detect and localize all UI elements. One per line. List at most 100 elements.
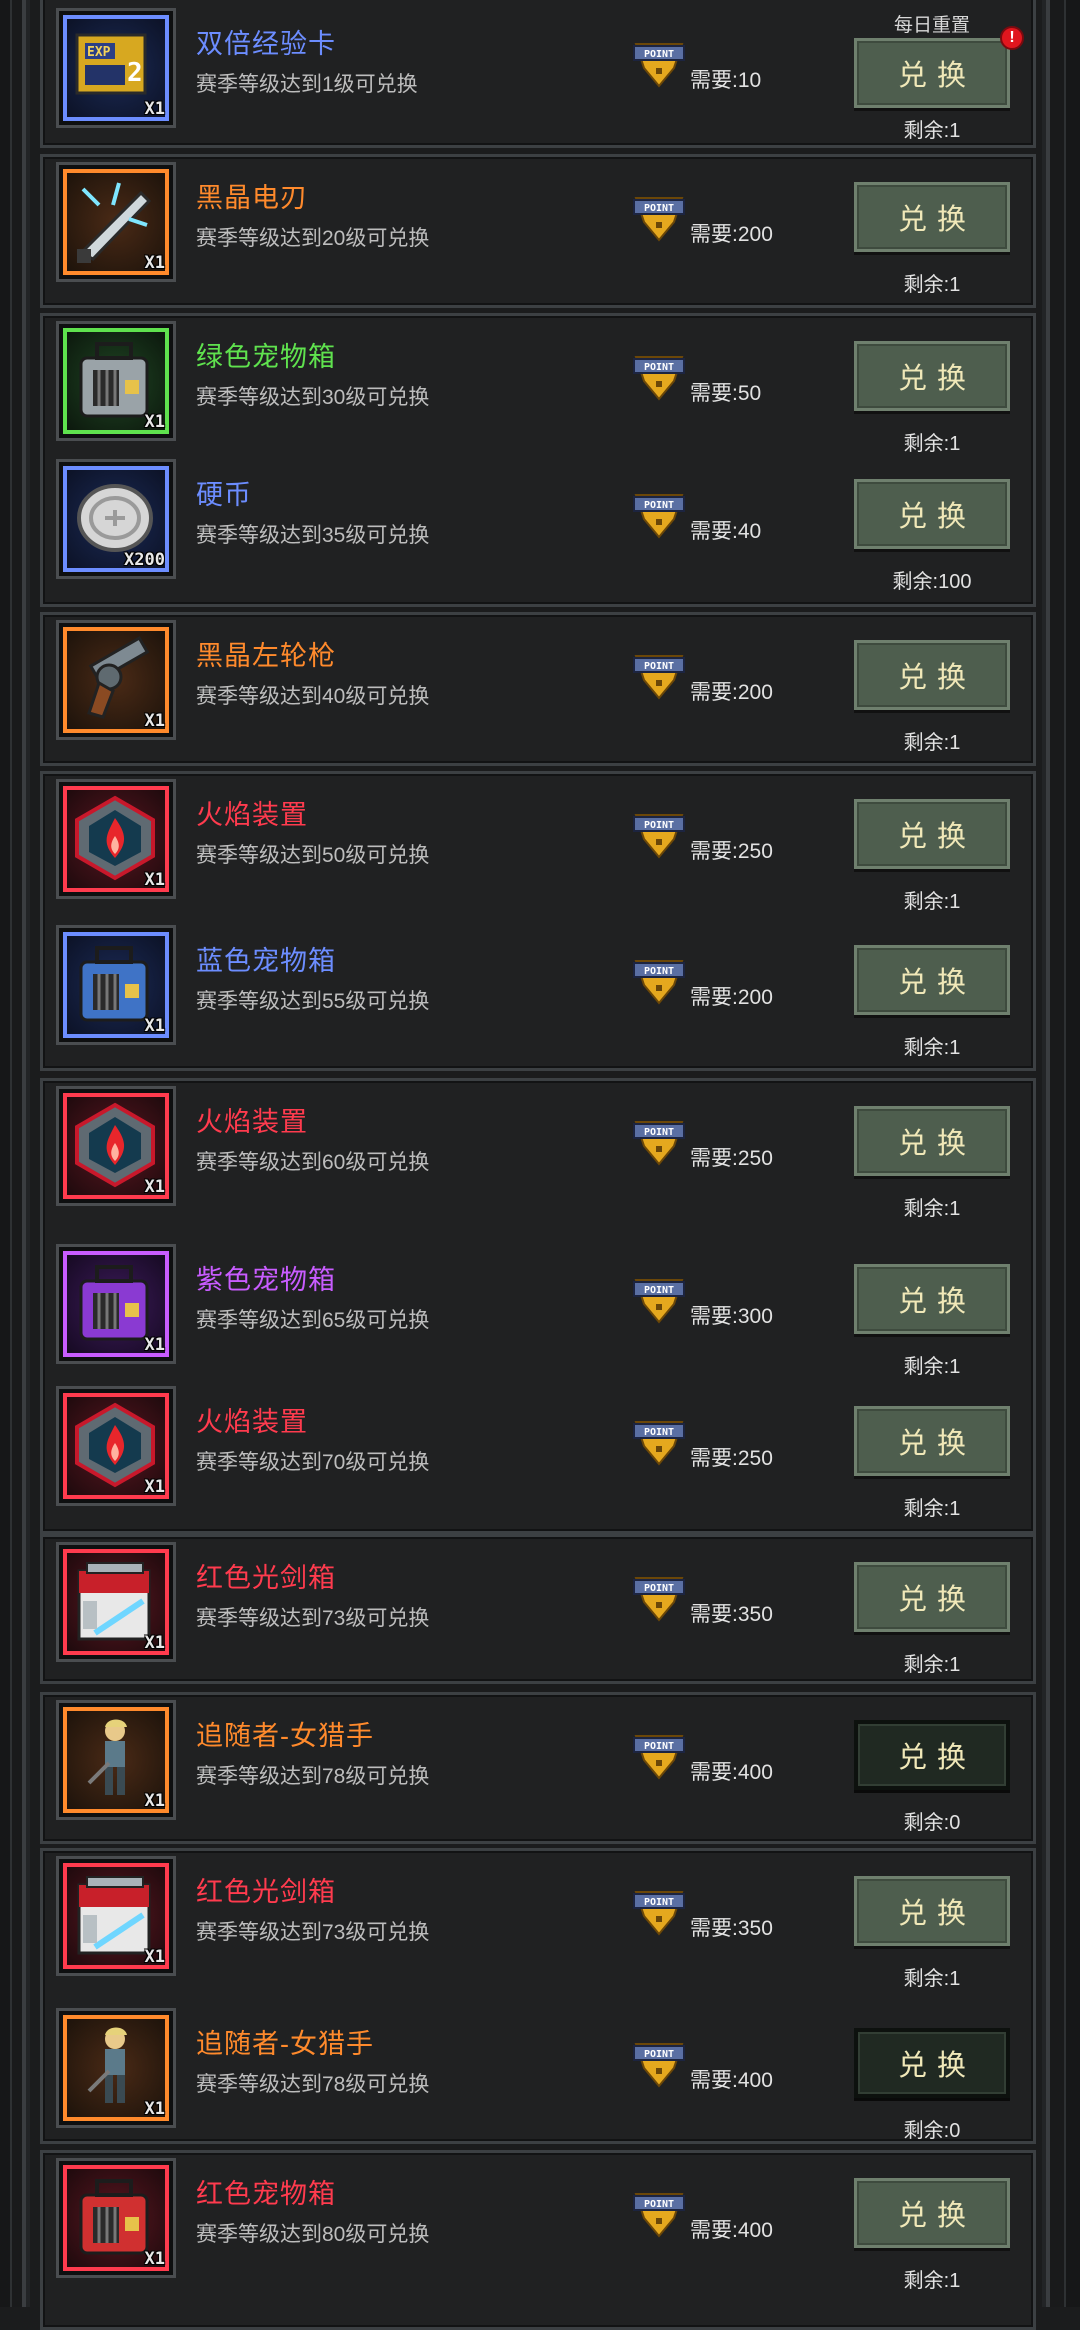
exchange-button[interactable]: 兑换 bbox=[854, 479, 1010, 549]
notification-badge: ! bbox=[1000, 26, 1024, 50]
exchange-item-row: X1 红色光剑箱 赛季等级达到73级可兑换 POINT 需要:350 兑换 剩余… bbox=[40, 1534, 1036, 1676]
item-icon-frame: X1 bbox=[56, 925, 176, 1045]
item-icon-frame: X1 bbox=[56, 1386, 176, 1506]
item-requirement: 赛季等级达到78级可兑换 bbox=[196, 1765, 430, 1788]
point-icon: POINT bbox=[633, 494, 685, 539]
item-cost: 需要:250 bbox=[690, 1147, 773, 1170]
exchange-item-row: X1 蓝色宠物箱 赛季等级达到55级可兑换 POINT 需要:200 兑换 剩余… bbox=[40, 917, 1036, 1059]
item-cost: 需要:300 bbox=[690, 1305, 773, 1328]
exchange-button[interactable]: 兑换 bbox=[854, 341, 1010, 411]
item-cost: 需要:200 bbox=[690, 681, 773, 704]
exchange-item-row: EXP 2 X1 双倍经验卡 赛季等级达到1级可兑换 POINT 需要:10 兑换… bbox=[40, 0, 1036, 142]
item-remaining: 剩余:1 bbox=[903, 1498, 961, 1520]
exchange-button[interactable]: 兑换 bbox=[854, 1264, 1010, 1334]
item-remaining: 剩余:0 bbox=[903, 2120, 961, 2142]
item-icon-frame: X1 bbox=[56, 162, 176, 282]
exchange-button[interactable]: 兑换 bbox=[854, 799, 1010, 869]
item-quantity: X1 bbox=[144, 1016, 165, 1036]
item-remaining: 剩余:1 bbox=[903, 1968, 961, 1990]
item-quantity: X1 bbox=[144, 1947, 165, 1967]
item-cost: 需要:200 bbox=[690, 223, 773, 246]
item-name: 蓝色宠物箱 bbox=[196, 946, 336, 976]
item-requirement: 赛季等级达到30级可兑换 bbox=[196, 386, 430, 409]
item-cost: 需要:200 bbox=[690, 986, 773, 1009]
item-quantity: X1 bbox=[144, 870, 165, 890]
item-cost: 需要:400 bbox=[690, 2219, 773, 2242]
svg-text:POINT: POINT bbox=[644, 1897, 674, 1908]
item-requirement: 赛季等级达到1级可兑换 bbox=[196, 73, 418, 96]
item-icon-frame: X1 bbox=[56, 321, 176, 441]
exchange-button[interactable]: 兑换 bbox=[854, 1562, 1010, 1632]
point-icon: POINT bbox=[633, 2043, 685, 2088]
item-remaining: 剩余:100 bbox=[892, 571, 972, 593]
svg-text:POINT: POINT bbox=[644, 661, 674, 672]
item-remaining: 剩余:1 bbox=[903, 274, 961, 296]
item-name: 火焰装置 bbox=[196, 1107, 308, 1137]
exchange-button[interactable]: 兑换 bbox=[854, 2028, 1010, 2098]
exchange-button[interactable]: 兑换 bbox=[854, 2178, 1010, 2248]
exchange-item-row: X1 火焰装置 赛季等级达到50级可兑换 POINT 需要:250 兑换 剩余:… bbox=[40, 771, 1036, 913]
item-cost: 需要:50 bbox=[690, 382, 762, 405]
item-quantity: X1 bbox=[144, 253, 165, 273]
item-icon-frame: X200 bbox=[56, 459, 176, 579]
item-name: 红色光剑箱 bbox=[196, 1563, 336, 1593]
item-name: 红色宠物箱 bbox=[196, 2179, 336, 2209]
left-frame-rail bbox=[0, 0, 30, 2307]
exchange-button[interactable]: 兑换 bbox=[854, 1876, 1010, 1946]
point-icon: POINT bbox=[633, 1891, 685, 1936]
item-remaining: 剩余:1 bbox=[903, 1198, 961, 1220]
item-icon-frame: X1 bbox=[56, 2158, 176, 2278]
right-frame-rail bbox=[1042, 0, 1080, 2307]
item-name: 追随者-女猎手 bbox=[196, 1721, 374, 1751]
svg-text:POINT: POINT bbox=[644, 362, 674, 373]
exchange-button[interactable]: 兑换 bbox=[854, 38, 1010, 108]
point-icon: POINT bbox=[633, 1279, 685, 1324]
item-icon-frame: X1 bbox=[56, 2008, 176, 2128]
item-requirement: 赛季等级达到55级可兑换 bbox=[196, 990, 430, 1013]
exchange-button[interactable]: 兑换 bbox=[854, 1406, 1010, 1476]
item-icon-frame: X1 bbox=[56, 779, 176, 899]
item-cost: 需要:350 bbox=[690, 1603, 773, 1626]
item-requirement: 赛季等级达到65级可兑换 bbox=[196, 1309, 430, 1332]
exchange-button[interactable]: 兑换 bbox=[854, 945, 1010, 1015]
item-cost: 需要:10 bbox=[690, 69, 762, 92]
item-name: 黑晶电刃 bbox=[196, 183, 308, 213]
exchange-item-row: X1 追随者-女猎手 赛季等级达到78级可兑换 POINT 需要:400 兑换 … bbox=[40, 2000, 1036, 2142]
item-remaining: 剩余:0 bbox=[903, 1812, 961, 1834]
item-quantity: X1 bbox=[144, 99, 165, 119]
svg-text:POINT: POINT bbox=[644, 2199, 674, 2210]
point-icon: POINT bbox=[633, 2193, 685, 2238]
item-requirement: 赛季等级达到73级可兑换 bbox=[196, 1607, 430, 1630]
item-name: 绿色宠物箱 bbox=[196, 342, 336, 372]
point-icon: POINT bbox=[633, 356, 685, 401]
svg-text:POINT: POINT bbox=[644, 1285, 674, 1296]
exchange-item-row: X1 绿色宠物箱 赛季等级达到30级可兑换 POINT 需要:50 兑换 剩余:… bbox=[40, 313, 1036, 455]
svg-text:POINT: POINT bbox=[644, 966, 674, 977]
exchange-button[interactable]: 兑换 bbox=[854, 1720, 1010, 1790]
item-name: 硬币 bbox=[196, 480, 252, 510]
item-remaining: 剩余:1 bbox=[903, 891, 961, 913]
item-requirement: 赛季等级达到50级可兑换 bbox=[196, 844, 430, 867]
item-remaining: 剩余:1 bbox=[903, 1037, 961, 1059]
point-icon: POINT bbox=[633, 960, 685, 1005]
item-name: 紫色宠物箱 bbox=[196, 1265, 336, 1295]
exchange-item-row: X1 红色光剑箱 赛季等级达到73级可兑换 POINT 需要:350 兑换 剩余… bbox=[40, 1848, 1036, 1990]
item-cost: 需要:400 bbox=[690, 2069, 773, 2092]
svg-text:POINT: POINT bbox=[644, 2049, 674, 2060]
exchange-button[interactable]: 兑换 bbox=[854, 640, 1010, 710]
svg-text:POINT: POINT bbox=[644, 203, 674, 214]
svg-text:POINT: POINT bbox=[644, 1427, 674, 1438]
item-quantity: X1 bbox=[144, 1335, 165, 1355]
exchange-button[interactable]: 兑换 bbox=[854, 1106, 1010, 1176]
point-icon: POINT bbox=[633, 1121, 685, 1166]
exchange-item-row: X1 黑晶左轮枪 赛季等级达到40级可兑换 POINT 需要:200 兑换 剩余… bbox=[40, 612, 1036, 754]
exchange-item-row: X1 黑晶电刃 赛季等级达到20级可兑换 POINT 需要:200 兑换 剩余:… bbox=[40, 154, 1036, 296]
item-quantity: X1 bbox=[144, 2249, 165, 2269]
svg-text:POINT: POINT bbox=[644, 1741, 674, 1752]
point-icon: POINT bbox=[633, 43, 685, 88]
daily-reset-label: 每日重置 bbox=[893, 15, 970, 36]
item-quantity: X200 bbox=[124, 550, 165, 570]
exchange-button[interactable]: 兑换 bbox=[854, 182, 1010, 252]
item-quantity: X1 bbox=[144, 1791, 165, 1811]
point-icon: POINT bbox=[633, 197, 685, 242]
